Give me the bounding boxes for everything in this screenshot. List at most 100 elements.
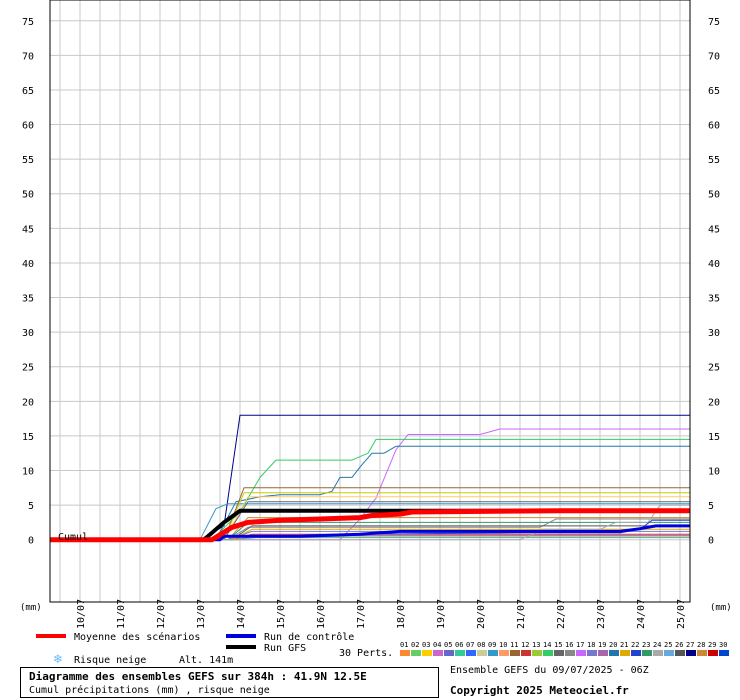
- pert-number: 11: [510, 641, 518, 649]
- pert-swatch: [422, 650, 432, 656]
- pert-number: 27: [686, 641, 694, 649]
- x-tick-label: 22/07: [556, 599, 567, 629]
- altitude-label: Alt. 141m: [179, 655, 233, 666]
- y-tick-label: 35: [22, 294, 34, 305]
- precipitation-ensemble-chart: 0 05 510 1015 1520 2025 2530 3035 3540 4045 4550 50…: [0, 0, 740, 700]
- pert-number: 02: [411, 641, 419, 649]
- legend-snow-label: Risque neige: [74, 655, 146, 666]
- y-tick-label-right: 40: [708, 259, 720, 270]
- pert-number: 06: [455, 641, 463, 649]
- y-tick-label: 70: [22, 51, 34, 62]
- y-unit-label-right: (mm): [710, 603, 732, 613]
- y-tick-label-right: 65: [708, 86, 720, 97]
- y-tick-label-right: 50: [708, 190, 720, 201]
- x-tick-label: 20/07: [476, 599, 487, 629]
- pert-swatch: [455, 650, 465, 656]
- pert-number: 09: [488, 641, 496, 649]
- legend-gfs-label: Run GFS: [264, 643, 306, 654]
- pert-swatch: [598, 650, 608, 656]
- y-tick-label: 50: [22, 190, 34, 201]
- y-tick-label: 10: [22, 467, 34, 478]
- pert-swatch: [631, 650, 641, 656]
- y-tick-label-right: 70: [708, 51, 720, 62]
- pert-number: 20: [609, 641, 617, 649]
- y-tick-label: 55: [22, 155, 34, 166]
- pert-swatch: [587, 650, 597, 656]
- pert-swatch: [477, 650, 487, 656]
- pert-swatch: [466, 650, 476, 656]
- y-tick-label-right: 30: [708, 328, 720, 339]
- pert-swatch: [675, 650, 685, 656]
- pert-swatch: [719, 650, 729, 656]
- pert-number: 24: [653, 641, 661, 649]
- pert-swatch: [543, 650, 553, 656]
- copyright: Copyright 2025 Meteociel.fr: [450, 684, 629, 697]
- y-tick-label-right: 0: [708, 536, 714, 547]
- pert-number: 07: [466, 641, 474, 649]
- pert-number: 16: [565, 641, 573, 649]
- y-tick-label: 30: [22, 328, 34, 339]
- y-tick-label-right: 15: [708, 432, 720, 443]
- pert-number: 23: [642, 641, 650, 649]
- y-tick-label: 5: [28, 501, 34, 512]
- pert-number: 22: [631, 641, 639, 649]
- pert-number: 01: [400, 641, 408, 649]
- pert-number: 13: [532, 641, 540, 649]
- pert-number: 08: [477, 641, 485, 649]
- y-tick-label-right: 25: [708, 363, 720, 374]
- pert-swatch: [609, 650, 619, 656]
- pert-swatch: [697, 650, 707, 656]
- pert-number: 03: [422, 641, 430, 649]
- pert-swatch: [488, 650, 498, 656]
- x-tick-label: 24/07: [636, 599, 647, 629]
- pert-swatch: [532, 650, 542, 656]
- y-tick-label: 65: [22, 86, 34, 97]
- legend-control-label: Run de contrôle: [264, 631, 354, 643]
- y-tick-label-right: 10: [708, 467, 720, 478]
- pert-number: 17: [576, 641, 584, 649]
- y-tick-label-right: 55: [708, 155, 720, 166]
- y-tick-label: 15: [22, 432, 34, 443]
- pert-number: 29: [708, 641, 716, 649]
- pert-number: 30: [719, 641, 727, 649]
- run-info: Ensemble GEFS du 09/07/2025 - 06Z: [450, 665, 649, 676]
- x-tick-label: 18/07: [396, 599, 407, 629]
- y-tick-label: 75: [22, 17, 34, 28]
- chart-info-box: Diagramme des ensembles GEFS sur 384h : …: [20, 667, 439, 698]
- pert-number: 15: [554, 641, 562, 649]
- pert-swatch: [664, 650, 674, 656]
- x-tick-label: 14/07: [236, 599, 247, 629]
- x-tick-label: 15/07: [276, 599, 287, 629]
- x-tick-label: 11/07: [116, 599, 127, 629]
- x-tick-label: 19/07: [436, 599, 447, 629]
- y-tick-label-right: 60: [708, 121, 720, 132]
- y-tick-label-right: 5: [708, 501, 714, 512]
- y-tick-label-right: 75: [708, 17, 720, 28]
- pert-swatch: [444, 650, 454, 656]
- pert-number: 10: [499, 641, 507, 649]
- pert-swatch: [620, 650, 630, 656]
- y-tick-label-right: 20: [708, 397, 720, 408]
- pert-swatch: [433, 650, 443, 656]
- cumul-label: Cumul: [58, 532, 88, 543]
- x-tick-label: 13/07: [196, 599, 207, 629]
- pert-number: 18: [587, 641, 595, 649]
- pert-number: 25: [664, 641, 672, 649]
- chart-title: Diagramme des ensembles GEFS sur 384h : …: [29, 670, 367, 683]
- x-tick-label: 23/07: [596, 599, 607, 629]
- pert-swatch: [499, 650, 509, 656]
- x-tick-label: 25/07: [676, 599, 687, 629]
- snowflake-icon: ❄: [53, 652, 63, 666]
- x-tick-label: 17/07: [356, 599, 367, 629]
- perts-label: 30 Perts.: [339, 648, 393, 659]
- pert-number: 04: [433, 641, 441, 649]
- pert-number: 26: [675, 641, 683, 649]
- x-tick-label: 16/07: [316, 599, 327, 629]
- pert-number: 28: [697, 641, 705, 649]
- pert-number: 14: [543, 641, 551, 649]
- pert-swatch: [576, 650, 586, 656]
- pert-swatch: [565, 650, 575, 656]
- pert-swatch: [521, 650, 531, 656]
- pert-number: 21: [620, 641, 628, 649]
- chart-subtitle: Cumul précipitations (mm) , risque neige: [29, 685, 270, 696]
